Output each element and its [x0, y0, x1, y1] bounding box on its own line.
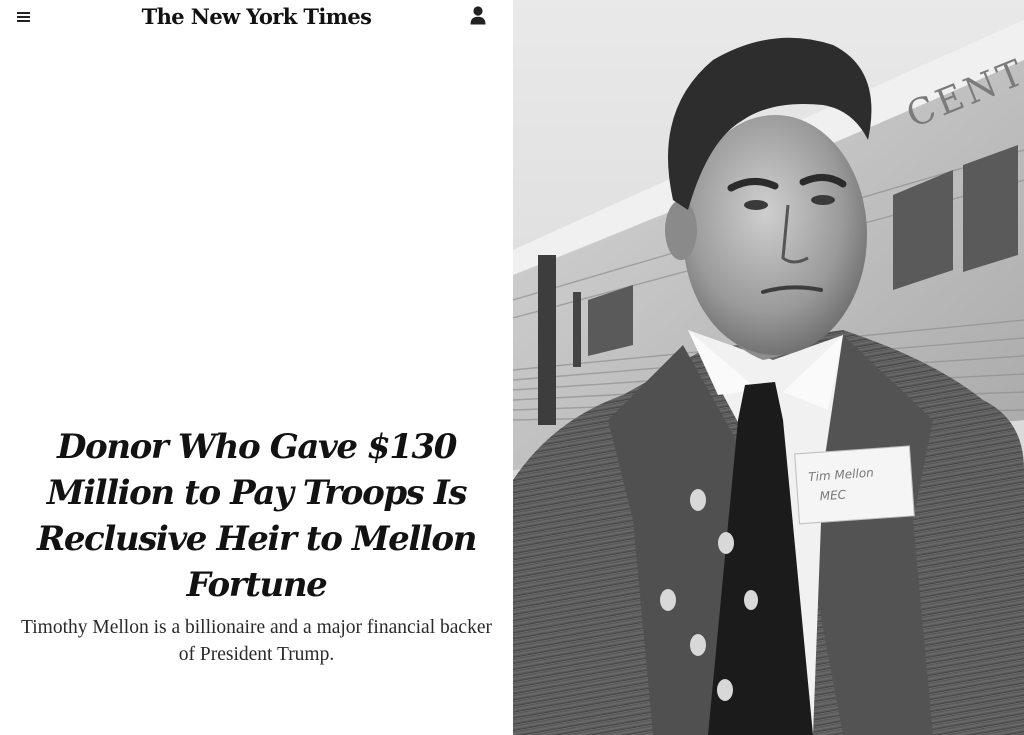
name-tag: Tim Mellon MEC	[794, 445, 915, 525]
article-photo: CENT Tim Mellon MEC	[513, 0, 1024, 735]
article-summary: Timothy Mellon is a billionaire and a ma…	[21, 617, 492, 665]
article-headline[interactable]: Donor Who Gave $130 Million to Pay Troop…	[22, 424, 492, 608]
article-page: The New York Times Donor Who Gave $130 M…	[0, 0, 1024, 735]
portrait-photo: CENT Tim Mellon MEC	[513, 0, 1024, 735]
top-navigation-bar: The New York Times	[0, 0, 513, 36]
nyt-logo[interactable]: The New York Times	[0, 3, 513, 31]
headline-block: Donor Who Gave $130 Million to Pay Troop…	[0, 424, 513, 668]
article-text-panel: The New York Times Donor Who Gave $130 M…	[0, 0, 513, 735]
user-account-icon[interactable]	[468, 5, 488, 27]
name-tag-line-2: MEC	[819, 487, 847, 503]
